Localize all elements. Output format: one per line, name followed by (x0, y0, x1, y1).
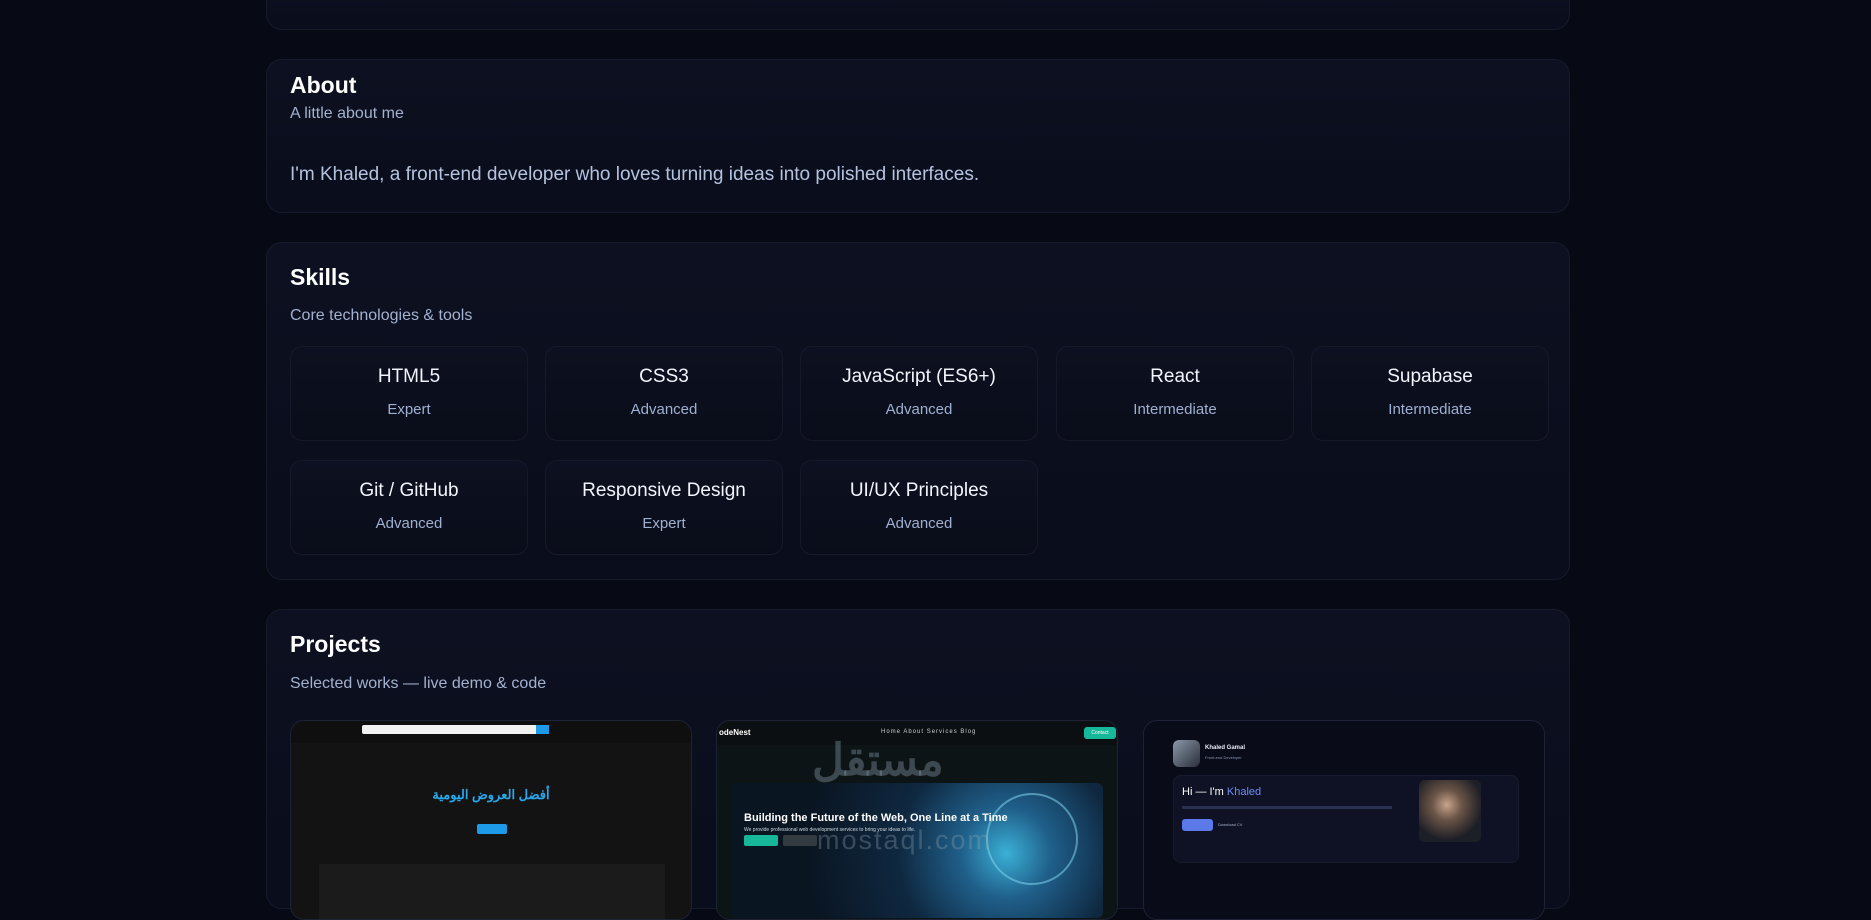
thumb-secondary-link: Download CV (1218, 822, 1243, 827)
skill-level: Expert (642, 515, 686, 532)
tech-ring-graphic (986, 793, 1078, 885)
skill-level: Advanced (630, 401, 698, 418)
greeting-name: Khaled (1226, 786, 1262, 798)
skills-section: Skills Core technologies & tools HTML5 E… (266, 242, 1570, 580)
skill-card-react: React Intermediate (1056, 346, 1294, 441)
thumb-secondary-button (783, 835, 817, 846)
skill-name: JavaScript (ES6+) (842, 366, 996, 387)
about-subtitle: A little about me (290, 105, 404, 122)
skill-card-css3: CSS3 Advanced (545, 346, 783, 441)
project-thumbnail-store[interactable]: أفضل العروض اليومية (290, 720, 692, 920)
skill-level: Advanced (375, 515, 443, 532)
skill-level: Advanced (885, 515, 953, 532)
thumb-content-panel (319, 864, 665, 919)
scrollbar[interactable] (1854, 0, 1871, 878)
skill-name: Supabase (1387, 366, 1473, 387)
thumb-role: Front-end Developer (1205, 755, 1242, 760)
skill-name: HTML5 (377, 366, 441, 387)
skill-card-supabase: Supabase Intermediate (1311, 346, 1549, 441)
watermark: مستقل (812, 736, 944, 785)
thumb-logo: odeNest (719, 728, 751, 737)
skill-card-html5: HTML5 Expert (290, 346, 528, 441)
thumb-primary-button (744, 835, 778, 846)
thumb-greeting: Hi — I'm Khaled (1182, 786, 1261, 798)
thumb-headline: Building the Future of the Web, One Line… (744, 812, 1008, 824)
skills-title: Skills (290, 264, 351, 290)
skill-card-javascript: JavaScript (ES6+) Advanced (800, 346, 1038, 441)
project-thumbnail-agency[interactable]: odeNest Home About Services Blog Contact… (716, 720, 1118, 920)
skill-level: Intermediate (1388, 401, 1472, 418)
about-text: I'm Khaled, a front-end developer who lo… (290, 164, 980, 185)
thumb-search-bar (362, 725, 538, 734)
skill-level: Expert (387, 401, 431, 418)
projects-section: Projects Selected works — live demo & co… (266, 609, 1570, 920)
skill-name: Git / GitHub (359, 480, 459, 501)
thumb-hero-button (477, 824, 507, 834)
skill-name: React (1150, 366, 1200, 387)
thumb-search-button (536, 725, 549, 734)
skill-level: Intermediate (1133, 401, 1217, 418)
skill-card-responsive-design: Responsive Design Expert (545, 460, 783, 555)
thumb-name: Khaled Gamal (1205, 745, 1246, 751)
thumb-hero-panel: Hi — I'm Khaled Download CV (1173, 775, 1519, 863)
skills-subtitle: Core technologies & tools (290, 307, 473, 324)
skill-card-uiux: UI/UX Principles Advanced (800, 460, 1038, 555)
thumb-hero-title: أفضل العروض اليومية (432, 787, 550, 802)
project-thumbnail-portfolio[interactable]: Khaled Gamal Front-end Developer Hi — I'… (1143, 720, 1545, 920)
watermark-domain: mostaql.com (817, 825, 993, 855)
profile-photo (1419, 780, 1481, 842)
skill-name: Responsive Design (582, 480, 746, 501)
skill-name: UI/UX Principles (849, 480, 989, 501)
previous-section-card (266, 0, 1570, 30)
thumb-text-line (1182, 806, 1392, 809)
skill-level: Advanced (885, 401, 953, 418)
skill-card-git: Git / GitHub Advanced (290, 460, 528, 555)
about-title: About (290, 72, 357, 98)
skill-name: CSS3 (639, 366, 689, 387)
thumb-contact-button: Contact (1084, 727, 1116, 739)
projects-subtitle: Selected works — live demo & code (290, 675, 547, 692)
about-section: About A little about me I'm Khaled, a fr… (266, 59, 1570, 213)
projects-title: Projects (290, 631, 381, 657)
greeting-prefix: Hi — I'm (1182, 786, 1227, 798)
thumb-primary-button (1182, 819, 1213, 831)
avatar (1173, 740, 1200, 767)
